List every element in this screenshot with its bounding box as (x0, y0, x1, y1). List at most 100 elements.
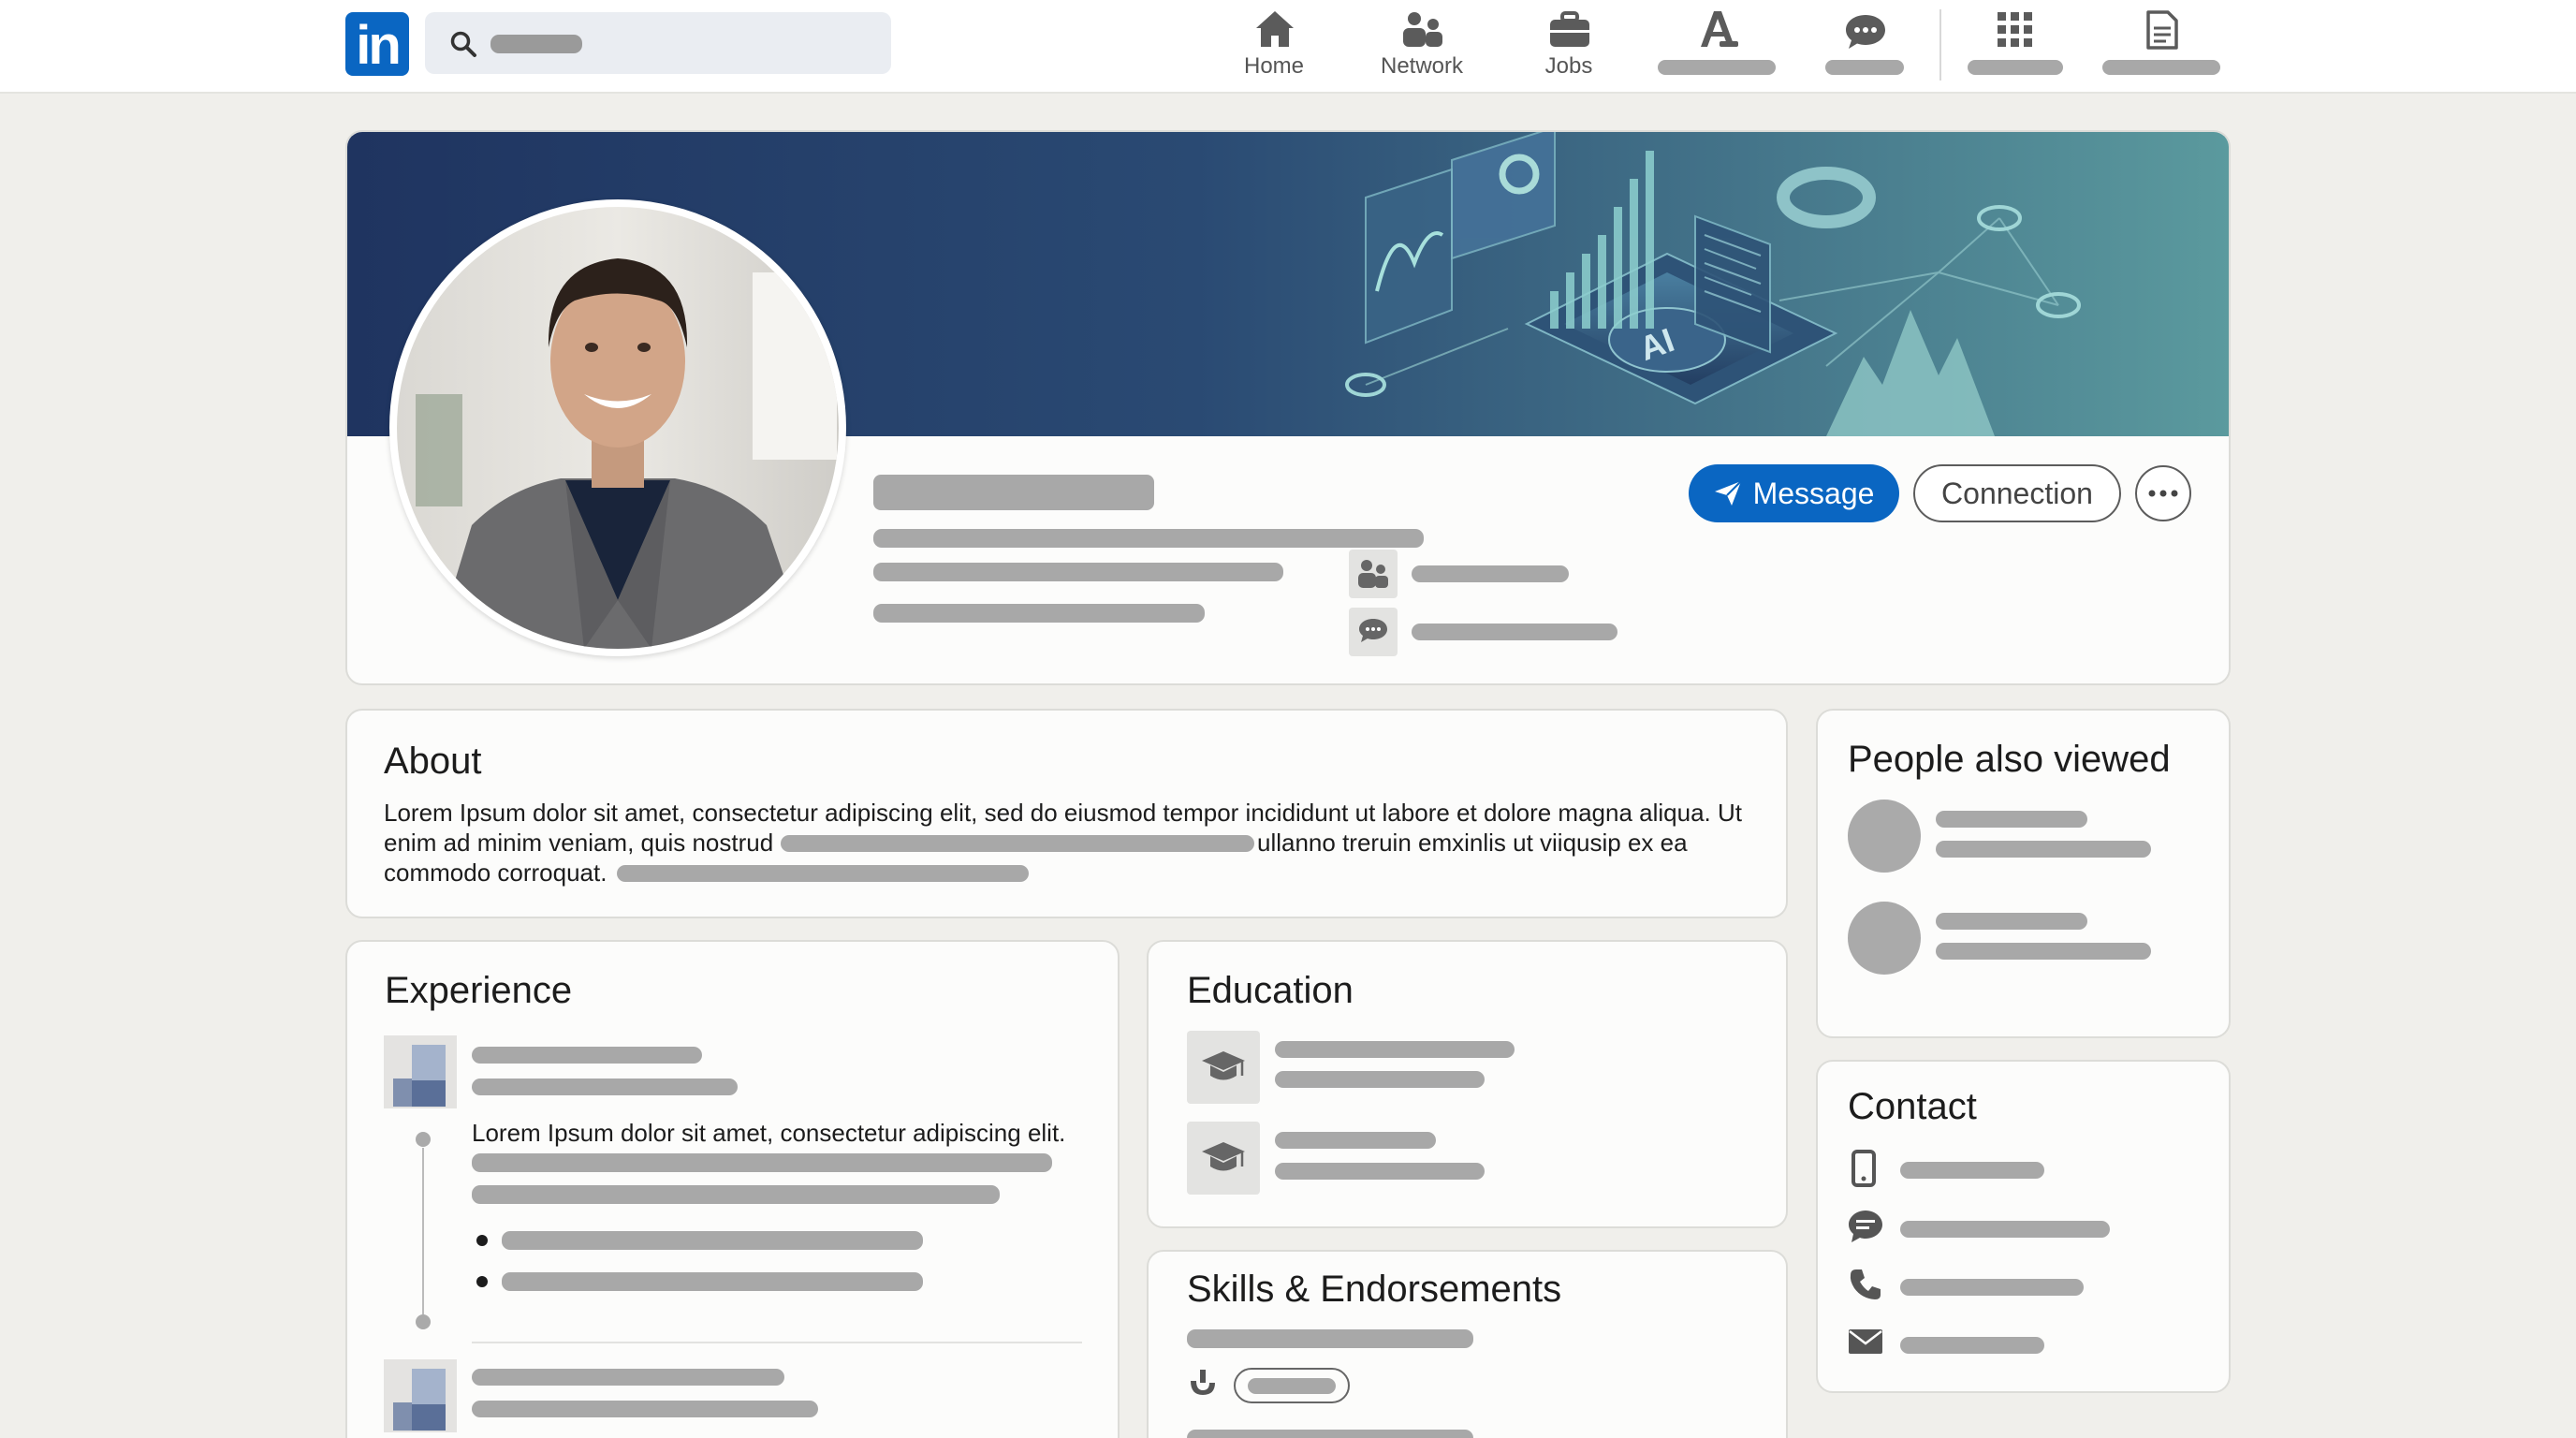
timeline-dot-bottom (416, 1314, 431, 1329)
ellipsis-icon (2148, 490, 2178, 497)
experience-bullet-placeholder-2 (502, 1272, 923, 1291)
timeline-dot-top (416, 1132, 431, 1147)
school-icon-box (1187, 1122, 1260, 1195)
contact-title: Contact (1848, 1086, 1977, 1127)
profile-name-placeholder (873, 475, 1154, 510)
document-icon (2146, 10, 2178, 50)
nav-documents[interactable] (2102, 0, 2220, 94)
experience-detail-placeholder-1 (472, 1153, 1052, 1172)
avatar[interactable] (389, 199, 846, 656)
experience-role-placeholder (472, 1047, 702, 1064)
graduation-cap-icon (1202, 1051, 1245, 1080)
about-redacted-bar-1 (781, 835, 1254, 852)
nav-jobs[interactable]: Jobs (1522, 0, 1616, 94)
contact-email-placeholder (1900, 1337, 2044, 1354)
profile-subheadline-placeholder (873, 563, 1283, 581)
person-name-placeholder-1 (1936, 811, 2087, 828)
education-school-placeholder-1 (1275, 1041, 1515, 1058)
people-also-viewed-card: People also viewed (1816, 709, 2231, 1038)
linkedin-logo[interactable]: in (345, 12, 409, 76)
grid-apps-icon (1998, 12, 2032, 47)
education-title: Education (1187, 970, 1354, 1011)
email-icon (1849, 1329, 1882, 1354)
network-icon (1403, 12, 1442, 47)
contact-telephone-placeholder (1900, 1279, 2084, 1296)
education-degree-placeholder-1 (1275, 1071, 1485, 1088)
about-text-line-1: Lorem Ipsum dolor sit amet, consectetur … (384, 799, 1742, 827)
about-redacted-bar-2 (617, 865, 1029, 882)
company-logo-icon (384, 1035, 457, 1108)
nav-home[interactable]: Home (1227, 0, 1321, 94)
nav-jobs-label: Jobs (1544, 53, 1593, 79)
timeline-line (422, 1148, 424, 1314)
people-also-viewed-title: People also viewed (1848, 739, 2171, 780)
endorse-icon (1191, 1370, 1215, 1395)
about-card: About Lorem Ipsum dolor sit amet, consec… (345, 709, 1788, 918)
skills-card: Skills & Endorsements (1147, 1250, 1788, 1438)
connections-count-placeholder (1412, 565, 1569, 582)
endorsement-pill[interactable] (1234, 1368, 1350, 1403)
home-icon (1256, 11, 1294, 47)
contact-info-icon-box (1349, 608, 1398, 656)
connections-icon-box (1349, 550, 1398, 598)
more-options-button[interactable] (2135, 465, 2191, 521)
experience-company-placeholder (472, 1078, 738, 1095)
graduation-cap-icon (1202, 1142, 1245, 1171)
person-avatar[interactable] (1848, 902, 1921, 975)
endorsement-count-placeholder (1248, 1378, 1336, 1394)
experience-role-placeholder-2 (472, 1369, 784, 1386)
education-degree-placeholder-2 (1275, 1163, 1485, 1180)
school-icon-box (1187, 1031, 1260, 1104)
experience-company-placeholder-2 (472, 1401, 818, 1417)
education-school-placeholder-2 (1275, 1132, 1436, 1149)
search-icon (450, 31, 476, 57)
person-name-placeholder-2 (1936, 913, 2087, 930)
company-logo-icon (384, 1359, 457, 1432)
skills-title: Skills & Endorsements (1187, 1269, 1562, 1310)
profile-card: AI (345, 130, 2231, 685)
search-placeholder-bar (490, 35, 582, 53)
contact-chat-placeholder (1900, 1221, 2110, 1238)
chat-icon (1846, 15, 1885, 49)
education-card: Education (1147, 940, 1788, 1228)
connection-button-label: Connection (1941, 476, 2093, 510)
learning-icon (1701, 11, 1738, 47)
nav-apps[interactable] (1968, 0, 2063, 94)
send-icon (1714, 480, 1742, 506)
chat-bubble-icon (1849, 1211, 1882, 1242)
experience-card: Experience Lorem Ipsum dolor sit amet, c… (345, 940, 1120, 1438)
briefcase-icon (1550, 11, 1589, 47)
nav-messaging[interactable] (1825, 0, 1904, 94)
nav-network[interactable]: Network (1369, 0, 1474, 94)
person-avatar[interactable] (1848, 800, 1921, 873)
nav-divider (1939, 9, 1941, 81)
experience-description: Lorem Ipsum dolor sit amet, consectetur … (472, 1119, 1066, 1147)
mobile-phone-icon (1852, 1150, 1876, 1187)
experience-bullet-placeholder-1 (502, 1231, 923, 1250)
chat-icon (1359, 619, 1387, 642)
experience-detail-placeholder-2 (472, 1185, 1000, 1204)
top-navigation-bar: in Home Network Jobs (0, 0, 2576, 94)
about-text-line-2a: enim ad minim veniam, quis nostrud (384, 829, 774, 857)
nav-apps-label-bar (1968, 60, 2063, 75)
profile-location-placeholder (873, 604, 1205, 623)
person-headline-placeholder-2 (1936, 943, 2151, 960)
connection-button[interactable]: Connection (1913, 464, 2121, 522)
experience-title: Experience (385, 970, 573, 1011)
bullet-1 (476, 1235, 488, 1246)
about-text-line-3: commodo corroquat. (384, 858, 607, 887)
phone-icon (1850, 1269, 1881, 1299)
message-button[interactable]: Message (1689, 464, 1899, 522)
about-title: About (384, 741, 482, 782)
nav-learning[interactable] (1656, 0, 1778, 94)
nav-home-label: Home (1243, 53, 1305, 79)
nav-learning-label-bar (1658, 60, 1776, 75)
nav-documents-label-bar (2102, 60, 2220, 75)
people-icon (1358, 560, 1388, 588)
about-text-line-2b: ullanno treruin emxinlis ut viiqusip ex … (1257, 829, 1688, 857)
skill-name-placeholder (1187, 1329, 1473, 1348)
contact-info-placeholder (1412, 624, 1617, 640)
profile-photo (397, 207, 839, 649)
message-button-label: Message (1752, 476, 1875, 510)
search-input[interactable] (425, 12, 891, 74)
